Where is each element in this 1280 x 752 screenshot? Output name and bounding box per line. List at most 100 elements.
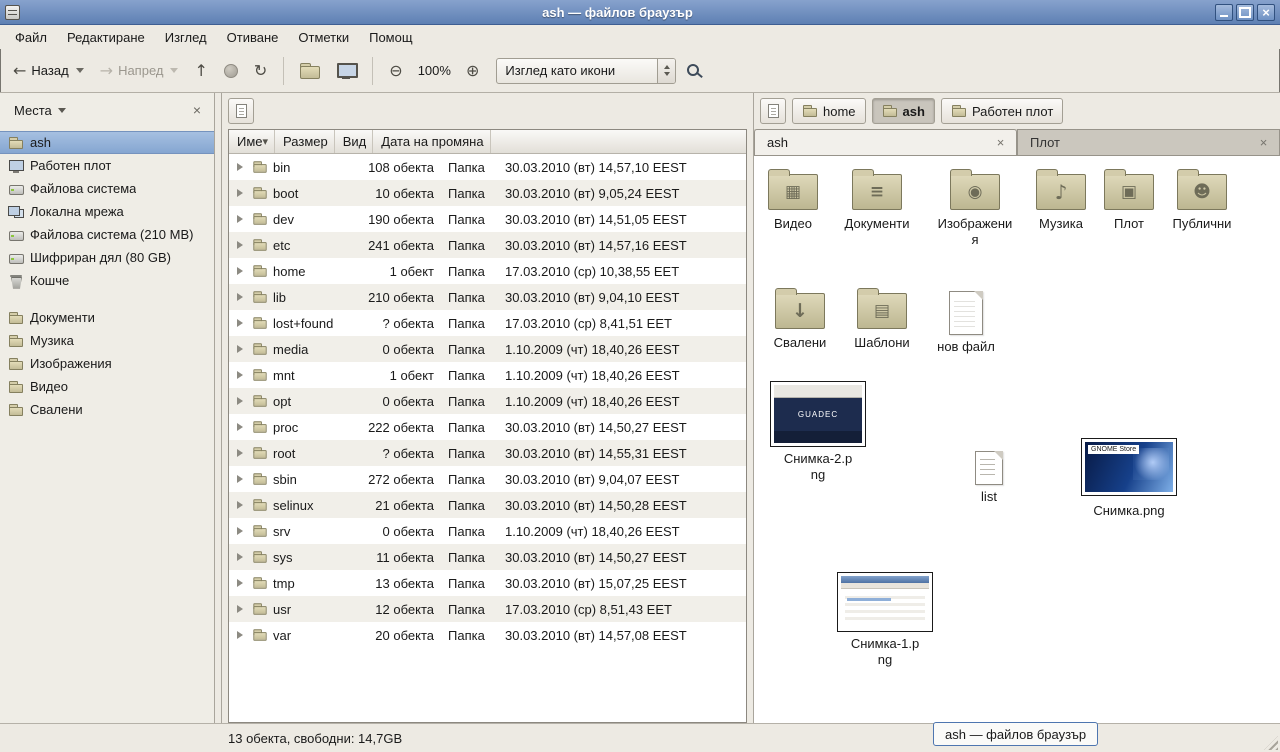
table-row[interactable]: root ? обекта Папка 30.03.2010 (вт) 14,5… (229, 440, 746, 466)
expander-icon[interactable] (237, 553, 247, 561)
expander-icon[interactable] (237, 397, 247, 405)
table-row[interactable]: lost+found ? обекта Папка 17.03.2010 (ср… (229, 310, 746, 336)
expander-icon[interactable] (237, 293, 247, 301)
icon-view-item[interactable]: Документи (834, 166, 920, 232)
icon-view-item[interactable]: Видео (754, 166, 836, 232)
breadcrumb-button[interactable]: Работен плот (941, 98, 1063, 124)
window-icon[interactable] (5, 5, 20, 20)
table-row[interactable]: boot 10 обекта Папка 30.03.2010 (вт) 9,0… (229, 180, 746, 206)
column-header[interactable]: Име (229, 130, 275, 153)
view-mode-select[interactable]: Изглед като икони (496, 58, 676, 84)
menu-item[interactable]: Отиване (218, 28, 288, 47)
pane-splitter[interactable] (747, 93, 754, 723)
breadcrumb-button[interactable]: home (792, 98, 866, 124)
table-row[interactable]: selinux 21 обекта Папка 30.03.2010 (вт) … (229, 492, 746, 518)
expander-icon[interactable] (237, 475, 247, 483)
expander-icon[interactable] (237, 423, 247, 431)
column-header[interactable]: Вид (335, 130, 374, 153)
sidebar-item[interactable]: Свалени (0, 398, 214, 421)
location-mini-button[interactable] (228, 98, 254, 124)
sidebar-item[interactable]: Файлова система (0, 177, 214, 200)
location-mini-button[interactable] (760, 98, 786, 124)
menu-item[interactable]: Изглед (156, 28, 216, 47)
table-row[interactable]: srv 0 обекта Папка 1.10.2009 (чт) 18,40,… (229, 518, 746, 544)
column-header[interactable]: Дата на промяна (373, 130, 490, 153)
table-row[interactable]: dev 190 обекта Папка 30.03.2010 (вт) 14,… (229, 206, 746, 232)
expander-icon[interactable] (237, 163, 247, 171)
icon-view-item[interactable]: GUADEC GUADEC Снимка-2.png (768, 381, 868, 482)
table-row[interactable]: tmp 13 обекта Папка 30.03.2010 (вт) 15,0… (229, 570, 746, 596)
home-button[interactable] (293, 57, 327, 85)
menu-item[interactable]: Редактиране (58, 28, 154, 47)
icon-view-item[interactable]: GNOME Store GNOME Store Снимка.png (1079, 438, 1179, 519)
maximize-button[interactable] (1236, 4, 1254, 21)
column-header[interactable]: Размер (275, 130, 335, 153)
sidebar-item[interactable]: Файлова система (210 MB) (0, 223, 214, 246)
table-row[interactable]: usr 12 обекта Папка 17.03.2010 (ср) 8,51… (229, 596, 746, 622)
table-row[interactable]: bin 108 обекта Папка 30.03.2010 (вт) 14,… (229, 154, 746, 180)
pane-splitter[interactable] (215, 93, 222, 723)
expander-icon[interactable] (237, 267, 247, 275)
sidebar-item[interactable]: Кошче (0, 269, 214, 292)
menu-item[interactable]: Файл (6, 28, 56, 47)
computer-button[interactable] (329, 57, 363, 85)
tab[interactable]: ash (754, 129, 1017, 155)
expander-icon[interactable] (237, 241, 247, 249)
breadcrumb-button[interactable]: ash (872, 98, 935, 124)
expander-icon[interactable] (237, 579, 247, 587)
icon-view-item[interactable]: Публични (1159, 166, 1245, 232)
sidebar-item[interactable]: ash (0, 131, 214, 154)
table-row[interactable]: sys 11 обекта Папка 30.03.2010 (вт) 14,5… (229, 544, 746, 570)
sidebar-item[interactable]: Музика (0, 329, 214, 352)
stop-button[interactable] (217, 58, 245, 84)
table-row[interactable]: lib 210 обекта Папка 30.03.2010 (вт) 9,0… (229, 284, 746, 310)
minimize-button[interactable] (1215, 4, 1233, 21)
table-row[interactable]: sbin 272 обекта Папка 30.03.2010 (вт) 9,… (229, 466, 746, 492)
table-row[interactable]: home 1 обект Папка 17.03.2010 (ср) 10,38… (229, 258, 746, 284)
reload-button[interactable]: ↻ (247, 57, 274, 85)
tab-close-icon[interactable] (1256, 135, 1271, 150)
sidebar-item[interactable]: Локална мрежа (0, 200, 214, 223)
sidebar-item[interactable]: Документи (0, 306, 214, 329)
expander-icon[interactable] (237, 345, 247, 353)
menu-item[interactable]: Отметки (289, 28, 358, 47)
titlebar[interactable]: ash — файлов браузър (0, 0, 1280, 25)
menu-item[interactable]: Помощ (360, 28, 421, 47)
spin-arrows-icon[interactable] (657, 59, 675, 83)
icon-view-item[interactable]: нов файл (923, 285, 1009, 355)
expander-icon[interactable] (237, 371, 247, 379)
table-row[interactable]: opt 0 обекта Папка 1.10.2009 (чт) 18,40,… (229, 388, 746, 414)
sidebar-close-icon[interactable] (188, 101, 206, 119)
icon-view-item[interactable]: list (946, 445, 1032, 505)
table-row[interactable]: mnt 1 обект Папка 1.10.2009 (чт) 18,40,2… (229, 362, 746, 388)
table-row[interactable]: etc 241 обекта Папка 30.03.2010 (вт) 14,… (229, 232, 746, 258)
expander-icon[interactable] (237, 631, 247, 639)
icon-view[interactable]: Видео Документи (754, 156, 1280, 723)
search-button[interactable] (678, 56, 712, 86)
table-row[interactable]: proc 222 обекта Папка 30.03.2010 (вт) 14… (229, 414, 746, 440)
expander-icon[interactable] (237, 215, 247, 223)
sidebar-item[interactable]: Изображения (0, 352, 214, 375)
tab[interactable]: Плот (1017, 129, 1280, 155)
expander-icon[interactable] (237, 319, 247, 327)
resize-grip[interactable] (1264, 736, 1278, 750)
zoom-in-button[interactable]: ⊕ (459, 57, 486, 85)
icon-view-item[interactable]: Свалени (757, 285, 843, 351)
up-button[interactable]: ↑ (187, 57, 214, 85)
icon-view-item[interactable]: Снимка-1.png (835, 571, 935, 667)
zoom-out-button[interactable]: ⊖ (382, 57, 409, 85)
sidebar-item[interactable]: Видео (0, 375, 214, 398)
sidebar-mode-select[interactable]: Места (8, 100, 72, 121)
back-button[interactable]: ← Назад (6, 57, 91, 85)
sidebar-item[interactable]: Работен плот (0, 154, 214, 177)
icon-view-item[interactable]: Шаблони (839, 285, 925, 351)
forward-button[interactable]: → Напред (93, 57, 186, 85)
icon-view-item[interactable]: Изображения (932, 166, 1018, 247)
expander-icon[interactable] (237, 527, 247, 535)
close-button[interactable] (1257, 4, 1275, 21)
tab-close-icon[interactable] (993, 135, 1008, 150)
expander-icon[interactable] (237, 501, 247, 509)
expander-icon[interactable] (237, 449, 247, 457)
chevron-down-icon[interactable] (76, 68, 84, 77)
expander-icon[interactable] (237, 189, 247, 197)
